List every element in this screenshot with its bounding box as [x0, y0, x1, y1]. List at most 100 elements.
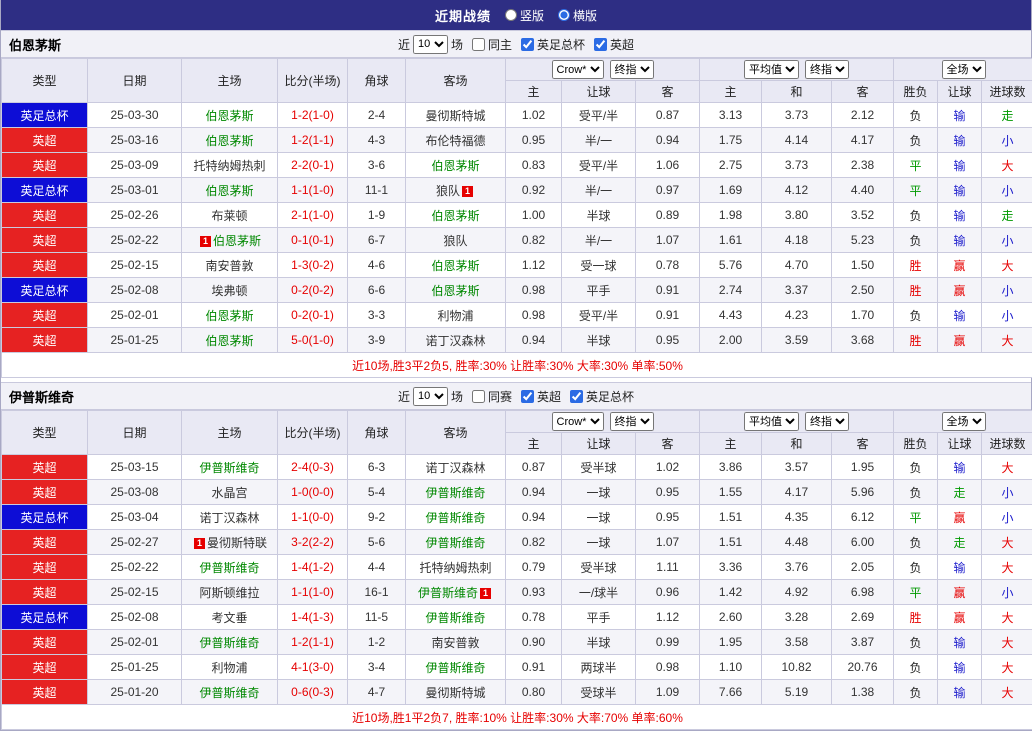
bookmaker-handicap: 半/一: [561, 127, 636, 153]
matches-unit-label: 场: [450, 37, 463, 52]
average-select[interactable]: 平均值: [744, 60, 800, 79]
match-date: 25-03-15: [87, 454, 182, 480]
scope-select[interactable]: 全场: [941, 60, 986, 79]
subcol-average-away: 客: [831, 432, 895, 455]
average-home-odds: 2.60: [699, 604, 763, 630]
final-odds-select[interactable]: 终指: [609, 412, 654, 431]
bookmaker-away-odds: 0.96: [634, 579, 701, 605]
result-goals: 小: [981, 177, 1032, 203]
result-handicap: 输: [937, 227, 983, 253]
corner-score: 3-9: [347, 327, 406, 353]
subcol-bookmaker-handicap: 让球: [561, 80, 636, 103]
same-filter-checkbox[interactable]: [471, 389, 485, 403]
scope-select[interactable]: 全场: [941, 412, 986, 431]
home-team-cell: 1 伯恩茅斯: [181, 227, 278, 253]
subcol-goals-result: 进球数: [981, 80, 1032, 103]
team-name: 伯恩茅斯: [431, 258, 480, 273]
bookmaker-home-odds: 0.83: [505, 152, 562, 178]
average-draw-odds: 4.18: [761, 227, 833, 253]
bookmaker-handicap: 受半球: [561, 454, 636, 480]
average-draw-odds: 4.48: [761, 529, 833, 555]
subcol-bookmaker-away: 客: [634, 432, 701, 455]
result-goals: 大: [981, 529, 1032, 555]
competition-checkbox[interactable]: [594, 37, 608, 51]
bookmaker-select[interactable]: Crow*: [551, 60, 604, 79]
average-away-odds: 1.50: [831, 252, 895, 278]
average-home-odds: 2.74: [699, 277, 763, 303]
horizontal-layout-radio[interactable]: [558, 9, 570, 21]
match-rows: 英超 25-03-15 伊普斯维奇 2-4(0-3) 6-3 诺丁汉森林 0.87 受半球 1.…: [1, 454, 1032, 705]
match-score: 1-1(1-0): [277, 177, 348, 203]
final-odds-select[interactable]: 终指: [805, 412, 850, 431]
layout-option-vertical[interactable]: 竖版: [504, 7, 544, 24]
team-name: 布伦特福德: [425, 133, 486, 148]
horizontal-layout-label: 横版: [573, 8, 598, 23]
average-home-odds: 1.55: [699, 479, 763, 505]
competition-checkbox-label: 英足总杯: [586, 389, 635, 404]
average-away-odds: 2.50: [831, 277, 895, 303]
layout-option-horizontal[interactable]: 横版: [558, 7, 597, 24]
team-name: 曼彻斯特联: [206, 535, 267, 550]
summary-text: 近10场,胜3平2负5, 胜率:30% 让胜率:30% 大率:30% 单率:50…: [0, 352, 1032, 378]
team-name: 利物浦: [211, 660, 248, 675]
vertical-layout-radio[interactable]: [504, 9, 517, 21]
team-name: 曼彻斯特城: [425, 108, 486, 123]
away-team-cell: 曼彻斯特城: [405, 102, 506, 128]
col-header-type: 类型: [1, 58, 88, 103]
corner-score: 6-7: [347, 227, 406, 253]
final-odds-select[interactable]: 终指: [609, 60, 654, 79]
result-handicap: 输: [937, 679, 983, 705]
match-count-select[interactable]: 10: [412, 386, 448, 406]
red-card-icon: 1: [462, 185, 473, 197]
competition-checkbox[interactable]: [570, 389, 584, 403]
match-date: 25-03-09: [87, 152, 182, 178]
same-filter-checkbox[interactable]: [471, 37, 485, 51]
bookmaker-away-odds: 0.91: [634, 277, 701, 303]
average-away-odds: 4.40: [831, 177, 895, 203]
bookmaker-handicap: 平手: [561, 604, 636, 630]
competition-badge: 英足总杯: [1, 604, 88, 630]
competition-checkbox[interactable]: [521, 37, 534, 51]
result-handicap: 输: [937, 629, 983, 655]
bookmaker-away-odds: 0.99: [634, 629, 701, 655]
bookmaker-handicap: 受球半: [561, 679, 636, 705]
average-away-odds: 1.95: [831, 454, 895, 480]
bookmaker-select[interactable]: Crow*: [551, 412, 604, 431]
corner-score: 6-3: [347, 454, 406, 480]
competition-badge: 英超: [1, 654, 88, 680]
final-odds-select[interactable]: 终指: [805, 60, 850, 79]
result-outcome: 平: [893, 152, 939, 178]
match-score: 1-1(1-0): [277, 579, 348, 605]
match-score: 2-1(1-0): [277, 202, 348, 228]
average-away-odds: 5.96: [831, 479, 895, 505]
competition-checkbox[interactable]: [521, 389, 534, 403]
away-team-cell: 伊普斯维奇: [405, 504, 506, 530]
average-select[interactable]: 平均值: [744, 412, 800, 431]
average-home-odds: 1.10: [699, 654, 763, 680]
bookmaker-home-odds: 0.82: [505, 227, 562, 253]
result-handicap: 赢: [937, 504, 983, 530]
average-home-odds: 1.42: [699, 579, 763, 605]
average-home-odds: 4.43: [699, 302, 763, 328]
bookmaker-home-odds: 0.94: [505, 504, 562, 530]
average-draw-odds: 4.12: [761, 177, 833, 203]
team-name: 狼队: [435, 183, 460, 198]
bookmaker-home-odds: 0.98: [505, 277, 562, 303]
match-score: 3-2(2-2): [277, 529, 348, 555]
away-team-cell: 布伦特福德: [405, 127, 506, 153]
col-header-home: 主场: [181, 410, 278, 455]
average-home-odds: 1.95: [699, 629, 763, 655]
competition-checkbox-label: 英超: [537, 389, 562, 404]
bookmaker-handicap: 平手: [561, 277, 636, 303]
col-header-date: 日期: [87, 58, 182, 103]
col-header-corner: 角球: [347, 410, 406, 455]
subcol-average-home: 主: [699, 80, 763, 103]
match-count-select[interactable]: 10: [412, 34, 448, 54]
summary-row: 近10场,胜3平2负5, 胜率:30% 让胜率:30% 大率:30% 单率:50…: [0, 352, 1032, 378]
average-odds-group-header: 平均值 终指: [699, 410, 895, 433]
bookmaker-handicap: 一球: [561, 479, 636, 505]
bookmaker-home-odds: 0.94: [505, 479, 562, 505]
bookmaker-home-odds: 0.90: [505, 629, 562, 655]
home-team-cell: 伯恩茅斯: [181, 102, 278, 128]
match-date: 25-03-08: [87, 479, 182, 505]
